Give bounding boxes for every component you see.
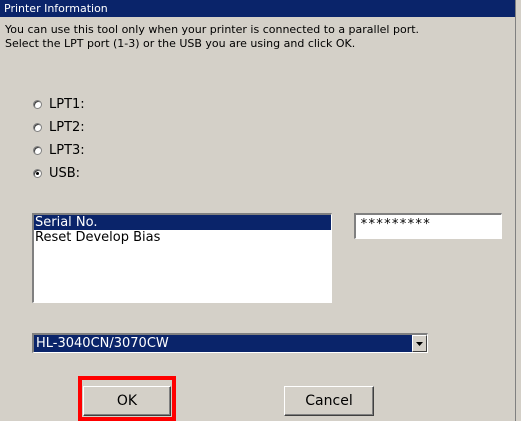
printer-information-dialog: Printer Information You can use this too… [0,0,516,421]
title-bar: Printer Information [0,0,515,17]
function-listbox[interactable]: Serial No. Reset Develop Bias [32,213,332,303]
printer-model-value[interactable]: HL-3040CN/3070CW [34,335,413,352]
instructions-line-1: You can use this tool only when your pri… [5,23,420,36]
serial-number-field[interactable]: ********* [354,213,502,239]
list-item-serial-no[interactable]: Serial No. [34,215,331,230]
radio-button-icon[interactable] [33,99,42,109]
radio-lpt1[interactable]: LPT1: [33,96,85,112]
radio-lpt2[interactable]: LPT2: [33,119,85,135]
radio-usb[interactable]: USB: [33,165,80,181]
radio-label-lpt1: LPT1: [49,96,85,112]
ok-button[interactable]: OK [83,386,171,416]
instructions-text: You can use this tool only when your pri… [5,23,419,51]
radio-button-icon[interactable] [33,145,42,155]
radio-button-checked-icon[interactable] [33,168,42,178]
list-item-reset-develop-bias[interactable]: Reset Develop Bias [34,230,331,245]
printer-model-select[interactable]: HL-3040CN/3070CW [32,333,428,353]
radio-button-icon[interactable] [33,122,42,132]
radio-lpt3[interactable]: LPT3: [33,142,85,158]
radio-label-lpt3: LPT3: [49,142,85,158]
radio-label-usb: USB: [49,165,81,181]
cancel-button[interactable]: Cancel [284,386,374,416]
radio-label-lpt2: LPT2: [49,119,85,135]
chevron-down-icon [416,341,423,346]
instructions-line-2: Select the LPT port (1-3) or the USB you… [5,37,356,50]
window-title: Printer Information [4,2,108,15]
dropdown-button[interactable] [412,335,427,352]
